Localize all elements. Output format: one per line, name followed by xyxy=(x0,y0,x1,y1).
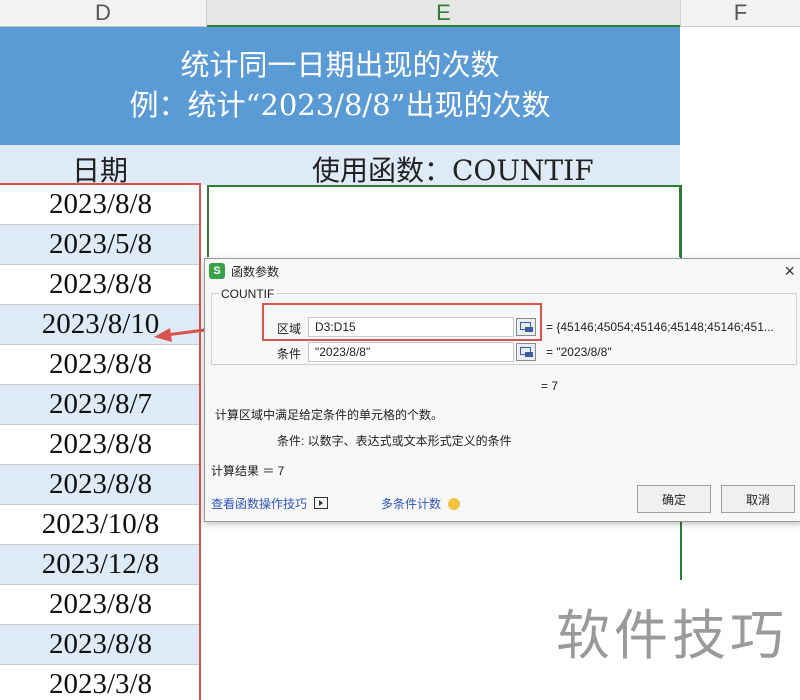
banner-subtitle: 例：统计“2023/8/8”出现的次数 xyxy=(129,88,551,122)
calc-result: 计算结果 ＝ 7 xyxy=(211,464,285,478)
dialog-title: 函数参数 xyxy=(231,264,280,279)
banner-title: 统计同一日期出现的次数 xyxy=(180,48,500,82)
app-icon: S xyxy=(209,263,225,279)
result-cell-e3[interactable] xyxy=(207,185,681,257)
function-name: COUNTIF xyxy=(219,287,277,301)
criteria-label: 条件 xyxy=(277,347,302,361)
header-row[interactable]: 日期 使用函数：COUNTIF xyxy=(0,145,680,187)
multi-condition-label: 多条件计数 xyxy=(381,497,442,511)
column-header-e[interactable]: E xyxy=(207,0,680,27)
column-header-d[interactable]: D xyxy=(0,0,207,27)
function-tips-label: 查看函数操作技巧 xyxy=(211,497,308,511)
function-header: 使用函数：COUNTIF xyxy=(312,154,594,187)
watermark: 软件技巧 xyxy=(556,606,788,666)
lightning-icon xyxy=(448,498,461,510)
criteria-result: = "2023/8/8" xyxy=(546,345,612,359)
function-description: 计算区域中满足给定条件的单元格的个数。 xyxy=(215,408,444,422)
spreadsheet: D E F 统计同一日期出现的次数 例：统计“2023/8/8”出现的次数 日期… xyxy=(0,0,800,700)
dialog-titlebar[interactable]: S 函数参数 xyxy=(205,259,800,283)
criteria-input[interactable]: "2023/8/8" xyxy=(308,342,514,362)
column-header-f[interactable]: F xyxy=(680,0,800,27)
function-tips-link[interactable]: 查看函数操作技巧 xyxy=(211,495,329,512)
video-icon xyxy=(314,497,329,509)
title-banner[interactable]: 统计同一日期出现的次数 例：统计“2023/8/8”出现的次数 xyxy=(0,27,680,145)
close-icon[interactable]: × xyxy=(784,261,795,282)
multi-condition-link[interactable]: 多条件计数 xyxy=(381,495,461,512)
range-highlight-box xyxy=(0,183,201,700)
range-result: = {45146;45054;45146;45148;45146;451... xyxy=(546,320,774,334)
criteria-help: 条件: 以数字、表达式或文本形式定义的条件 xyxy=(277,434,512,448)
criteria-select-button[interactable] xyxy=(516,343,536,361)
formula-result: = 7 xyxy=(541,379,559,393)
cancel-button[interactable]: 取消 xyxy=(721,485,795,513)
range-input-highlight xyxy=(262,303,542,341)
ok-button[interactable]: 确定 xyxy=(637,485,711,513)
function-arguments-dialog: S 函数参数 × COUNTIF 区域 D3:D15 = {45146;4505… xyxy=(204,258,800,522)
